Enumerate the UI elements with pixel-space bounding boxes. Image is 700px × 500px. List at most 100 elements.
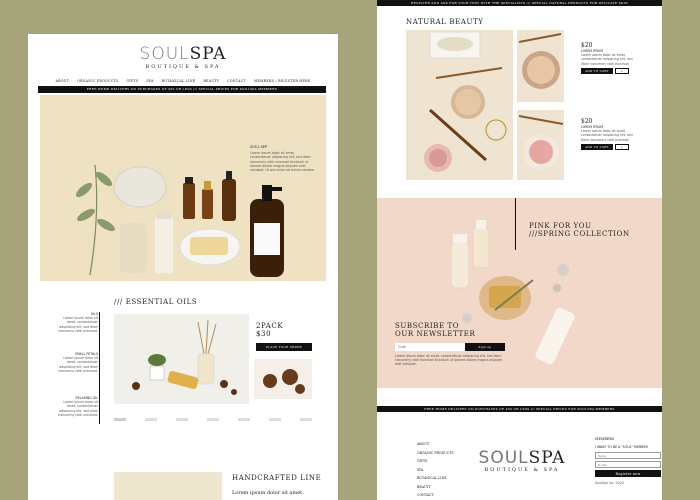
product-2-actions: ADD TO CART 1 (581, 144, 641, 151)
footer-link-gifts[interactable]: GIFTS (417, 457, 457, 466)
side-item: OILS Lorem ipsum dolor sit amet, consect… (58, 312, 98, 333)
side-item: SMALL PETALS Lorem ipsum dolor sit amet,… (58, 352, 98, 373)
nav-item-about[interactable]: ABOUT (56, 79, 70, 83)
natural-beauty-title: NATURAL BEAUTY (406, 18, 484, 26)
quantity-value: 1 (621, 69, 623, 74)
carousel-dot[interactable] (176, 418, 188, 421)
product-image-1[interactable] (517, 30, 564, 102)
nav-item-gifts[interactable]: GIFTS (126, 79, 138, 83)
footer-logo[interactable]: SOULSPA (472, 448, 572, 468)
footer-members: MEMBERS I WANT TO BE A "SOUL" MEMBER Reg… (595, 437, 661, 485)
carousel-dot[interactable] (269, 418, 281, 421)
product-1-info: $20 LOREM IPSUM Lorem ipsum dolor sit am… (581, 42, 641, 75)
spring-line-1: PINK FOR YOU (529, 222, 592, 230)
newsletter-signup-button[interactable]: Sign up (465, 343, 505, 351)
diffuser-illustration (132, 319, 237, 395)
carousel-dots (114, 418, 314, 422)
handcrafted-image (114, 472, 222, 500)
nav-item-members[interactable]: MEMBERS / REGISTER HERE (254, 79, 311, 83)
left-page: SOULSPA BOUTIQUE & SPA ABOUT ORGANIC PRO… (28, 34, 338, 500)
add-to-cart-button[interactable]: ADD TO CART (581, 144, 613, 151)
hero-tag: SOUL SPF (250, 145, 268, 149)
spring-collection-section: PINK FOR YOU ///SPRING COLLECTION SUBSCR… (377, 198, 662, 388)
cosmetics-illustration (424, 31, 507, 172)
footer-tagline: BOUTIQUE & SPA (484, 467, 560, 473)
product-2-price: $20 (581, 118, 593, 125)
star-anise-illustration (263, 369, 305, 394)
quantity-stepper[interactable]: 1 (615, 68, 629, 75)
register-now-button[interactable]: Register now (595, 470, 661, 478)
product-2-info: $20 LOREM IPSUM Lorem ipsum dolor sit am… (581, 118, 641, 151)
carousel-dot[interactable] (114, 418, 126, 421)
hero-image: SOUL SPF Lorem ipsum dolor sit amet, con… (40, 95, 326, 281)
newsletter-email-input[interactable] (395, 343, 465, 351)
product-2-text: Lorem ipsum dolor sit amet, consectetuer… (581, 129, 636, 142)
anise-image (254, 359, 312, 399)
carousel-dot[interactable] (238, 418, 250, 421)
quantity-stepper[interactable]: 1 (615, 144, 629, 151)
footer-link-beauty[interactable]: BEAUTY (417, 483, 457, 492)
quantity-value: 1 (621, 145, 623, 150)
hero-caption: SOUL SPF Lorem ipsum dolor sit amet, con… (250, 145, 316, 172)
nav-item-beauty[interactable]: BEAUTY (203, 79, 219, 83)
product-1-price: $20 (581, 42, 593, 49)
hero-text: Lorem ipsum dolor sit amet, consectetuer… (250, 151, 315, 173)
newsletter-title: SUBSCRIBE TO OUR NEWSLETTER (395, 322, 475, 338)
brand-name-b: SPA (189, 44, 227, 64)
add-to-cart-button[interactable]: ADD TO CART (581, 68, 613, 75)
spring-line-2: ///SPRING COLLECTION (529, 230, 630, 238)
pack-price: $30 (256, 330, 272, 338)
carousel-dot[interactable] (300, 418, 312, 421)
product-image-2[interactable] (517, 110, 564, 180)
brand-name-a: SOUL (139, 44, 190, 64)
newsletter-form: Sign up (395, 343, 505, 351)
compact-illustration (518, 33, 562, 89)
footer-brand-name-b: SPA (528, 448, 566, 468)
nav-item-botanical[interactable]: BOTANICAL LINE (162, 79, 196, 83)
members-email-input[interactable] (595, 461, 661, 469)
pack-info: 2PACK $30 (256, 322, 283, 338)
promo-banner: FREE HOME DELIVERY ON PURCHASES OF $50 O… (38, 86, 326, 93)
side-item-text: Lorem ipsum dolor sit amet, consectetuer… (58, 316, 98, 333)
footer-promo-banner: FREE HOME DELIVERY ON PURCHASES OF $50 O… (377, 406, 662, 412)
nav-item-organic[interactable]: ORGANIC PRODUCTS (77, 79, 118, 83)
newsletter-text: Lorem ipsum dolor sit amet, consectetuer… (395, 354, 503, 367)
footer-brand-name-a: SOUL (478, 448, 529, 468)
newsletter-line-2: OUR NEWSLETTER (395, 330, 476, 338)
diffuser-image (114, 314, 249, 404)
brand-tagline: BOUTIQUE & SPA (145, 64, 221, 70)
side-item: RELAXING OIL Lorem ipsum dolor sit amet,… (58, 396, 98, 417)
nav-item-contact[interactable]: CONTACT (227, 79, 246, 83)
side-item-text: Lorem ipsum dolor sit amet, consectetuer… (58, 356, 98, 373)
essential-oils-title: /// ESSENTIAL OILS (114, 298, 198, 306)
side-item-text: Lorem ipsum dolor sit amet, consectetuer… (58, 400, 98, 417)
spring-divider (515, 198, 516, 250)
footer-link-botanical[interactable]: BOTANICAL LINE (417, 474, 457, 483)
carousel-dot[interactable] (145, 418, 157, 421)
handcrafted-title: HANDCRAFTED LINE (232, 474, 322, 482)
footer-small-text: SoulSpa Inc. 2024 (595, 481, 624, 486)
place-order-button[interactable]: PLACE YOUR ORDER (256, 343, 312, 351)
essential-oils-side-list: OILS Lorem ipsum dolor sit amet, consect… (58, 312, 100, 424)
top-banner: REGISTER AND ASK FOR YOUR TEST WITH THE … (377, 0, 662, 6)
main-nav: ABOUT ORGANIC PRODUCTS GIFTS SPA BOTANIC… (28, 79, 338, 83)
product-1-actions: ADD TO CART 1 (581, 68, 641, 75)
members-name-input[interactable] (595, 452, 661, 460)
footer-link-about[interactable]: ABOUT (417, 440, 457, 449)
right-page: REGISTER AND ASK FOR YOUR TEST WITH THE … (377, 0, 662, 500)
footer-link-organic[interactable]: ORGANIC PRODUCTS (417, 449, 457, 458)
blush-illustration (518, 115, 564, 170)
hero-products-illustration (75, 164, 284, 277)
members-subtitle: I WANT TO BE A "SOUL" MEMBER (595, 445, 648, 449)
footer-link-contact[interactable]: CONTACT (417, 491, 457, 500)
members-title: MEMBERS (595, 437, 615, 441)
spring-title: PINK FOR YOU ///SPRING COLLECTION (529, 222, 630, 238)
natural-beauty-main-image (406, 30, 513, 180)
product-1-text: Lorem ipsum dolor sit amet, consectetuer… (581, 53, 636, 66)
footer-links: ABOUT ORGANIC PRODUCTS GIFTS SPA BOTANIC… (417, 440, 457, 500)
carousel-dot[interactable] (207, 418, 219, 421)
nav-item-spa[interactable]: SPA (146, 79, 153, 83)
footer-link-spa[interactable]: SPA (417, 466, 457, 475)
brand-logo[interactable]: SOULSPA (28, 44, 338, 64)
newsletter-line-1: SUBSCRIBE TO (395, 322, 460, 330)
